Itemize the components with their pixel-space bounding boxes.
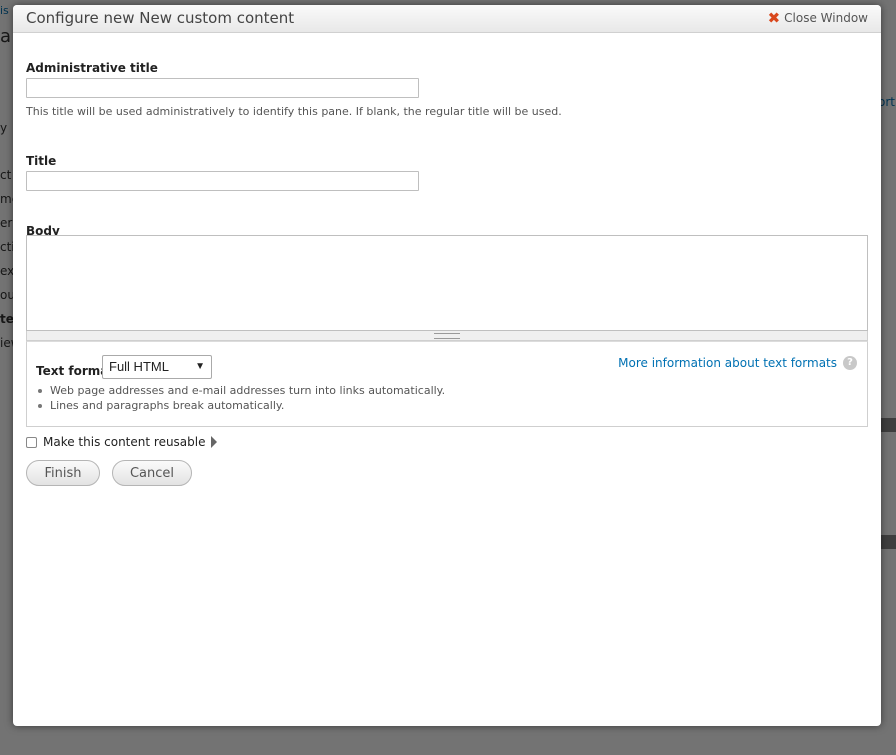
reusable-checkbox[interactable] [26, 436, 37, 448]
help-icon: ? [843, 356, 857, 370]
format-tip: Web page addresses and e-mail addresses … [36, 383, 445, 398]
close-window-label: Close Window [784, 11, 868, 25]
reusable-row: Make this content reusable [26, 435, 217, 449]
textarea-resize-handle[interactable] [26, 331, 868, 341]
text-format-selected: Full HTML [109, 359, 169, 374]
dialog-title: Configure new New custom content [26, 9, 295, 27]
format-tip: Lines and paragraphs break automatically… [36, 398, 445, 413]
finish-button[interactable]: Finish [26, 460, 100, 486]
close-window-button[interactable]: ✖ Close Window [767, 9, 868, 27]
resize-grip-icon [434, 332, 460, 339]
title-label: Title [26, 154, 57, 168]
format-tips-list: Web page addresses and e-mail addresses … [36, 383, 445, 413]
text-format-wrapper: Text format Full HTML ▼ More information… [26, 341, 868, 427]
text-format-select[interactable]: Full HTML ▼ [102, 355, 212, 379]
configure-dialog: Configure new New custom content ✖ Close… [13, 5, 881, 726]
reusable-label[interactable]: Make this content reusable [43, 435, 206, 449]
more-info-text-formats-link[interactable]: More information about text formats ? [618, 356, 857, 370]
close-icon: ✖ [767, 9, 781, 27]
administrative-title-label: Administrative title [26, 61, 158, 75]
body-textarea[interactable] [26, 235, 868, 331]
expand-arrow-icon[interactable] [210, 436, 217, 448]
title-input[interactable] [26, 171, 419, 191]
more-info-label: More information about text formats [618, 356, 837, 370]
dropdown-arrow-icon: ▼ [195, 361, 205, 372]
dialog-header: Configure new New custom content ✖ Close… [13, 5, 881, 33]
administrative-title-input[interactable] [26, 78, 419, 98]
administrative-title-description: This title will be used administratively… [26, 105, 562, 118]
cancel-button[interactable]: Cancel [112, 460, 192, 486]
